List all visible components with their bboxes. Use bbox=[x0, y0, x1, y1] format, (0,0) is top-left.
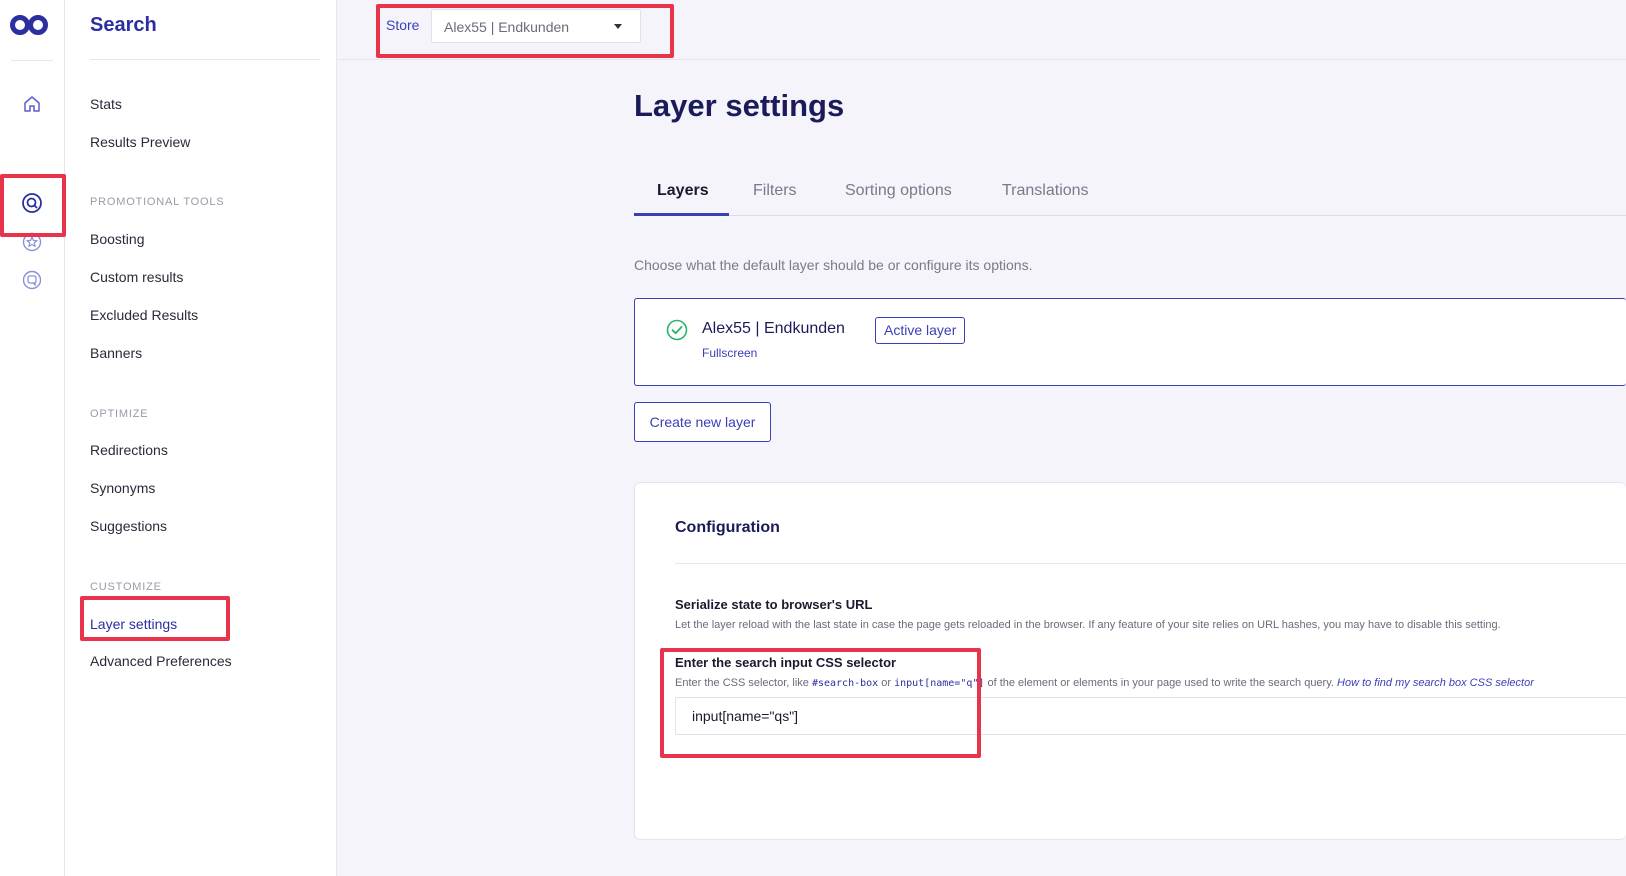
rail-divider bbox=[11, 60, 53, 61]
css-selector-desc-part: or bbox=[878, 677, 895, 689]
page-title: Layer settings bbox=[634, 88, 845, 123]
sidebar-item-synonyms[interactable]: Synonyms bbox=[90, 480, 155, 496]
tab-bar: Layers Filters Sorting options Translati… bbox=[634, 172, 1626, 216]
store-label: Store bbox=[386, 17, 420, 33]
sidebar-item-stats[interactable]: Stats bbox=[90, 96, 122, 112]
sidebar-item-layer-settings[interactable]: Layer settings bbox=[90, 616, 177, 632]
css-selector-help-link[interactable]: How to find my search box CSS selector bbox=[1337, 677, 1534, 689]
css-selector-desc-part: of the element or elements in your page … bbox=[984, 677, 1338, 689]
tab-filters[interactable]: Filters bbox=[753, 182, 797, 200]
sidebar-item-suggestions[interactable]: Suggestions bbox=[90, 518, 167, 534]
home-icon[interactable] bbox=[20, 92, 44, 116]
logo-icon[interactable] bbox=[10, 14, 48, 36]
css-selector-example-1: #search-box bbox=[811, 678, 879, 689]
tab-translations[interactable]: Translations bbox=[1002, 182, 1089, 200]
active-layer-badge: Active layer bbox=[875, 317, 966, 344]
css-selector-title: Enter the search input CSS selector bbox=[675, 655, 897, 670]
sidebar-item-boosting[interactable]: Boosting bbox=[90, 231, 144, 247]
top-bar: Store Alex55 | Endkunden bbox=[338, 0, 1626, 60]
caret-down-icon bbox=[614, 24, 622, 29]
serialize-state-description: Let the layer reload with the last state… bbox=[675, 619, 1501, 631]
sidebar-item-custom-results[interactable]: Custom results bbox=[90, 269, 183, 285]
store-select[interactable]: Alex55 | Endkunden bbox=[431, 9, 641, 43]
css-selector-input[interactable] bbox=[675, 697, 1626, 735]
sidebar-section-promotional-tools: PROMOTIONAL TOOLS bbox=[90, 196, 225, 208]
star-icon[interactable] bbox=[20, 230, 44, 254]
configuration-card: Configuration Serialize state to browser… bbox=[634, 482, 1626, 840]
icon-rail bbox=[0, 0, 65, 876]
configuration-title: Configuration bbox=[675, 519, 780, 536]
sidebar-item-results-preview[interactable]: Results Preview bbox=[90, 134, 190, 150]
layer-name: Alex55 | Endkunden bbox=[702, 320, 845, 337]
search-icon[interactable] bbox=[20, 191, 44, 215]
configuration-divider bbox=[675, 563, 1626, 564]
intro-text: Choose what the default layer should be … bbox=[634, 257, 1033, 273]
tab-sorting-options[interactable]: Sorting options bbox=[845, 182, 952, 200]
css-selector-desc-part: Enter the CSS selector, like bbox=[675, 677, 812, 689]
sidebar-item-banners[interactable]: Banners bbox=[90, 345, 142, 361]
store-select-value: Alex55 | Endkunden bbox=[444, 19, 570, 35]
create-new-layer-button[interactable]: Create new layer bbox=[634, 402, 771, 442]
css-selector-description: Enter the CSS selector, like #search-box… bbox=[675, 677, 1534, 689]
chat-icon[interactable] bbox=[20, 268, 44, 292]
tab-layers[interactable]: Layers bbox=[657, 182, 709, 200]
sidebar-section-optimize: OPTIMIZE bbox=[90, 408, 149, 420]
sidebar-section-customize: CUSTOMIZE bbox=[90, 581, 162, 593]
sidebar-title: Search bbox=[90, 14, 157, 36]
sidebar: Search Stats Results Preview PROMOTIONAL… bbox=[65, 0, 337, 876]
active-tab-indicator bbox=[634, 213, 729, 216]
layer-card[interactable]: Alex55 | Endkunden Fullscreen Active lay… bbox=[634, 298, 1626, 386]
sidebar-item-redirections[interactable]: Redirections bbox=[90, 442, 168, 458]
sidebar-item-advanced-preferences[interactable]: Advanced Preferences bbox=[90, 653, 232, 669]
sidebar-divider bbox=[90, 59, 320, 60]
check-circle-icon bbox=[666, 319, 688, 341]
layer-type: Fullscreen bbox=[702, 346, 758, 360]
serialize-state-title[interactable]: Serialize state to browser's URL bbox=[675, 597, 872, 612]
sidebar-item-excluded-results[interactable]: Excluded Results bbox=[90, 307, 198, 323]
css-selector-example-2: input[name="q"] bbox=[894, 678, 985, 689]
